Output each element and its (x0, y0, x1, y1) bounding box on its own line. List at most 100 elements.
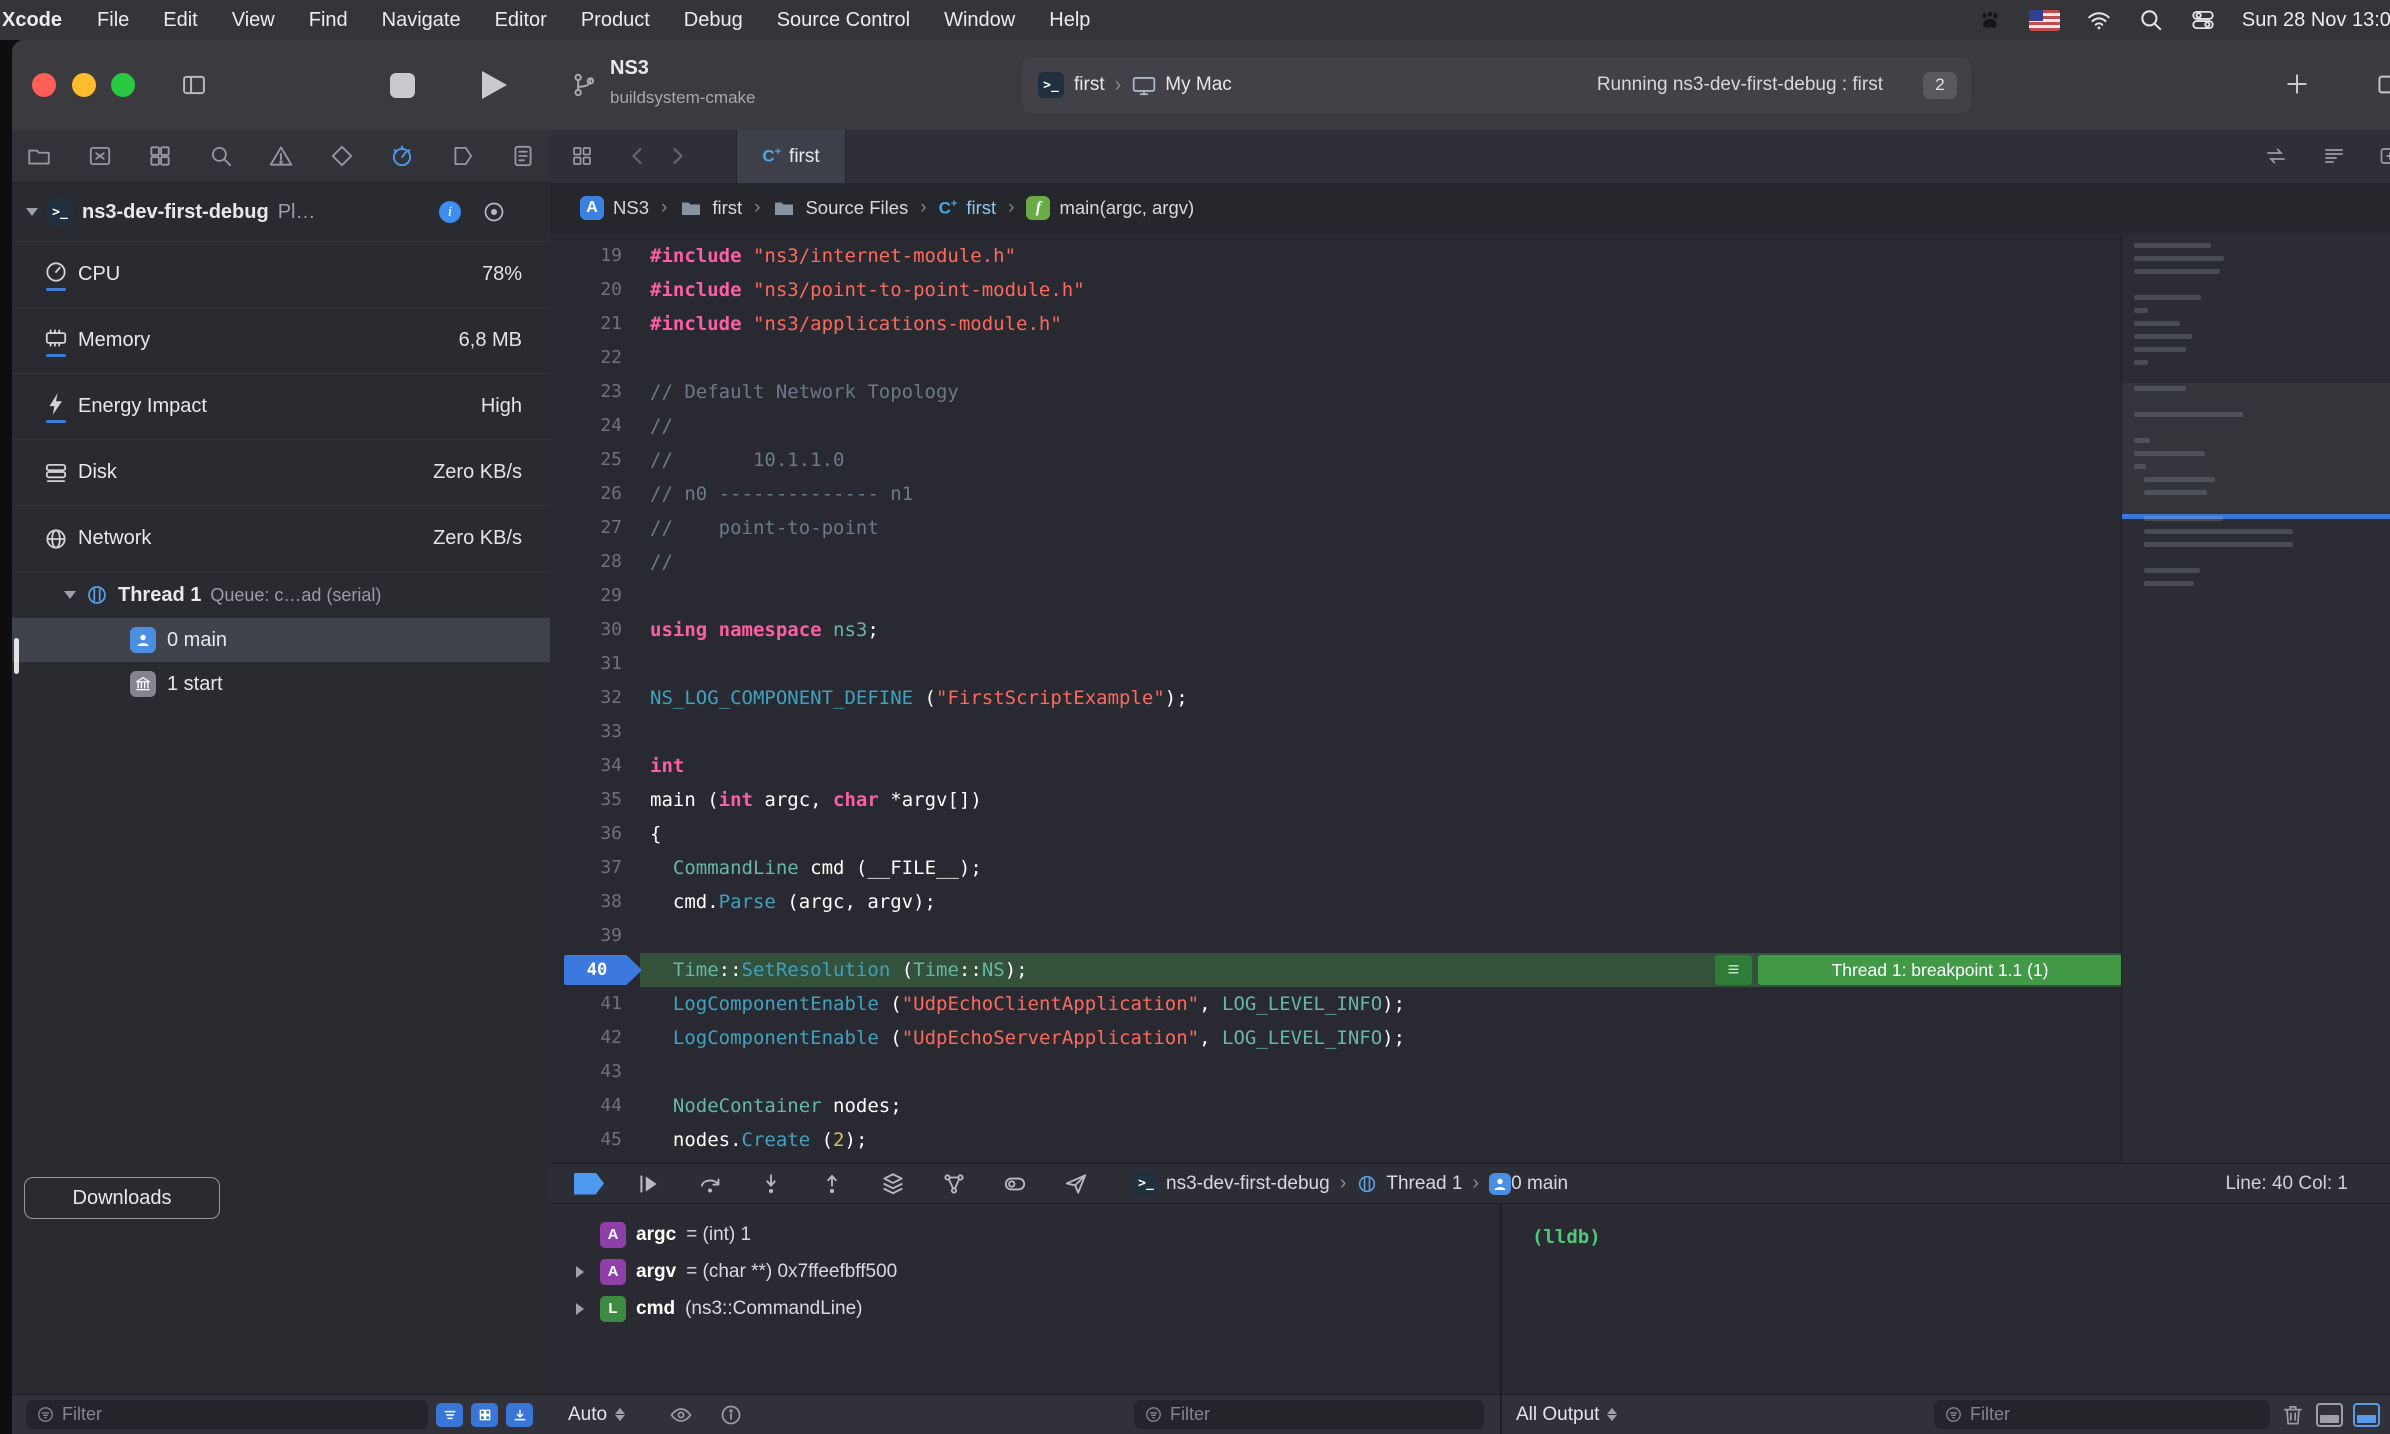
menubar-app-icon[interactable] (1977, 7, 2003, 33)
issue-navigator-tab[interactable] (268, 143, 294, 169)
menu-view[interactable]: View (215, 9, 292, 32)
stop-button[interactable] (390, 73, 415, 98)
debug-crumb-label[interactable]: 0 main (1511, 1173, 1568, 1195)
disclosure-right-icon[interactable] (576, 1303, 584, 1315)
source-control-navigator-tab[interactable] (87, 143, 113, 169)
jumpbar-item-source-files[interactable]: Source Files (772, 196, 908, 220)
breakpoint-marker[interactable]: 40 (564, 955, 642, 985)
line-number[interactable]: 31 (550, 647, 622, 681)
menu-navigate[interactable]: Navigate (365, 9, 478, 32)
debug-nav-filter-button-2[interactable] (471, 1403, 498, 1427)
line-number[interactable]: 19 (550, 239, 622, 273)
hide-variables-view-icon[interactable] (2316, 1403, 2343, 1427)
gauge-row-disk[interactable]: Disk Zero KB/s (12, 439, 550, 505)
project-navigator-tab[interactable] (26, 143, 52, 169)
stack-frame-0-main[interactable]: 0 main (12, 618, 550, 662)
console-output-popup[interactable]: All Output (1516, 1404, 1617, 1426)
line-number[interactable]: 44 (550, 1089, 622, 1123)
thread-row[interactable]: Thread 1 Queue: c…ad (serial) (12, 571, 550, 618)
test-navigator-tab[interactable] (329, 143, 355, 169)
device-name[interactable]: My Mac (1165, 74, 1232, 96)
line-number[interactable]: 37 (550, 851, 622, 885)
jumpbar-item-main-argc-argv-[interactable]: fmain(argc, argv) (1026, 196, 1194, 220)
debug-nav-filter-button-3[interactable] (506, 1403, 533, 1427)
disclosure-down-icon[interactable] (64, 591, 76, 599)
input-source-flag-icon[interactable] (2029, 10, 2060, 31)
environment-overrides-button[interactable] (1002, 1171, 1028, 1197)
line-number[interactable]: 36 (550, 817, 622, 851)
gauge-row-memory[interactable]: Memory 6,8 MB (12, 307, 550, 373)
menu-xcode[interactable]: Xcode (0, 9, 80, 32)
jumpbar-item-ns3[interactable]: ANS3 (580, 196, 649, 220)
step-over-button[interactable] (697, 1171, 723, 1197)
line-number[interactable]: 20 (550, 273, 622, 307)
debug-view-hierarchy-button[interactable] (880, 1171, 906, 1197)
symbol-navigator-tab[interactable] (147, 143, 173, 169)
gauge-row-network[interactable]: Network Zero KB/s (12, 505, 550, 571)
line-number[interactable]: 28 (550, 545, 622, 579)
debug-crumb-label[interactable]: Thread 1 (1386, 1173, 1462, 1195)
stack-frame-1-start[interactable]: 1 start (12, 662, 550, 706)
console-filter-field[interactable]: Filter (1934, 1400, 2270, 1429)
line-number[interactable]: 45 (550, 1123, 622, 1157)
line-number[interactable]: 39 (550, 919, 622, 953)
report-navigator-tab[interactable] (510, 143, 536, 169)
continue-button[interactable] (636, 1171, 662, 1197)
line-number[interactable]: 26 (550, 477, 622, 511)
jumpbar-item-first[interactable]: first (679, 196, 742, 220)
minimap-options-icon[interactable] (2322, 144, 2346, 168)
disclosure-down-icon[interactable] (26, 208, 38, 216)
back-icon[interactable] (626, 144, 650, 168)
line-number[interactable]: 29 (550, 579, 622, 613)
editor-layout-icon[interactable] (570, 144, 594, 168)
gauge-row-cpu[interactable]: CPU 78% (12, 241, 550, 307)
quicklook-eye-icon[interactable] (669, 1403, 693, 1427)
debug-nav-filter-button-1[interactable] (436, 1403, 463, 1427)
navigator-toggle-icon[interactable] (180, 71, 208, 99)
line-number[interactable]: 33 (550, 715, 622, 749)
line-number[interactable]: 42 (550, 1021, 622, 1055)
disclosure-right-icon[interactable] (576, 1266, 584, 1278)
variable-info-icon[interactable] (719, 1403, 743, 1427)
menu-source-control[interactable]: Source Control (760, 9, 927, 32)
variable-row-cmd[interactable]: L cmd (ns3::CommandLine) (550, 1290, 1500, 1327)
sidebar-scroll-indicator[interactable] (14, 638, 19, 674)
line-number[interactable]: 43 (550, 1055, 622, 1089)
menu-find[interactable]: Find (292, 9, 365, 32)
profile-gauge-icon[interactable] (482, 200, 506, 224)
console-view[interactable]: (lldb) All Output Filter (1502, 1204, 2390, 1434)
add-editor-icon[interactable] (2378, 144, 2390, 168)
process-row[interactable]: >_ ns3-dev-first-debug Pl… i (12, 183, 550, 241)
menubar-clock[interactable]: Sun 28 Nov 13:00 (2242, 9, 2390, 32)
library-add-icon[interactable] (2283, 70, 2311, 98)
jumpbar-item-first[interactable]: C+first (939, 197, 997, 219)
downloads-button[interactable]: Downloads (24, 1177, 220, 1219)
spotlight-search-icon[interactable] (2138, 7, 2164, 33)
menu-editor[interactable]: Editor (478, 9, 564, 32)
step-into-button[interactable] (758, 1171, 784, 1197)
info-icon[interactable]: i (439, 201, 461, 223)
variables-scope-popup[interactable]: Auto (568, 1404, 625, 1426)
line-number[interactable]: 32 (550, 681, 622, 715)
scheme-name[interactable]: first (1074, 74, 1105, 96)
line-number[interactable]: 24 (550, 409, 622, 443)
menu-debug[interactable]: Debug (667, 9, 760, 32)
trash-icon[interactable] (2280, 1402, 2306, 1428)
find-navigator-tab[interactable] (208, 143, 234, 169)
menu-file[interactable]: File (80, 9, 146, 32)
debug-crumb-label[interactable]: ns3-dev-first-debug (1166, 1173, 1330, 1195)
control-center-icon[interactable] (2190, 7, 2216, 33)
zoom-button[interactable] (111, 73, 135, 97)
menu-product[interactable]: Product (564, 9, 667, 32)
line-number[interactable]: 38 (550, 885, 622, 919)
line-number[interactable]: 34 (550, 749, 622, 783)
forward-icon[interactable] (665, 144, 689, 168)
debug-memory-graph-button[interactable] (941, 1171, 967, 1197)
breakpoint-navigator-tab[interactable] (450, 143, 476, 169)
tab-first[interactable]: C+ first (736, 130, 846, 183)
minimap[interactable] (2121, 233, 2390, 1163)
menu-edit[interactable]: Edit (146, 9, 214, 32)
minimize-button[interactable] (72, 73, 96, 97)
line-number[interactable]: 23 (550, 375, 622, 409)
simulate-location-button[interactable] (1063, 1171, 1089, 1197)
